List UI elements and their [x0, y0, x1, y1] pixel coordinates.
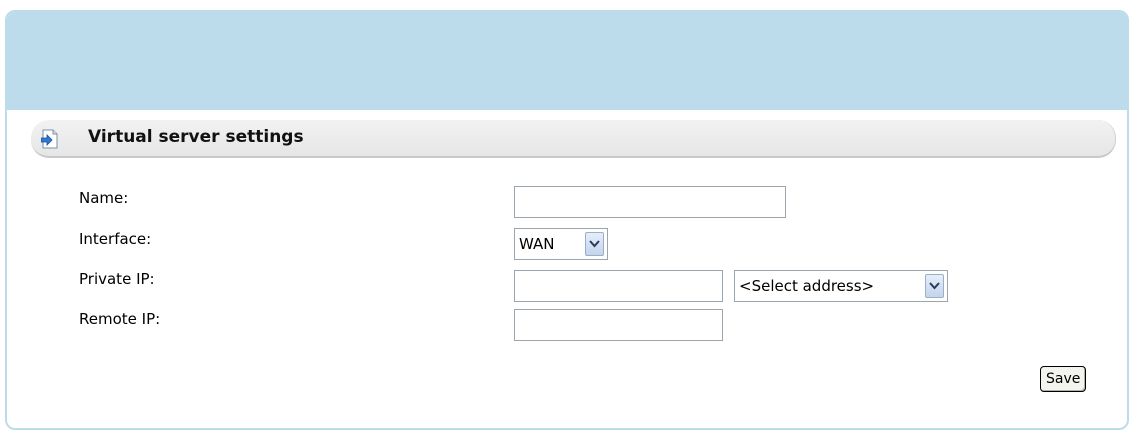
- chevron-down-icon[interactable]: [925, 274, 944, 298]
- section-title: Virtual server settings: [88, 127, 304, 147]
- name-label: Name:: [79, 189, 129, 207]
- chevron-down-icon[interactable]: [585, 232, 604, 256]
- name-field[interactable]: [514, 186, 786, 218]
- interface-label: Interface:: [79, 230, 152, 248]
- remote-ip-label: Remote IP:: [79, 310, 161, 328]
- remote-ip-field[interactable]: [514, 309, 723, 341]
- settings-panel: Virtual server settings: [5, 10, 1129, 430]
- private-ip-address-select-value: <Select address>: [739, 277, 875, 295]
- save-button[interactable]: Save: [1040, 366, 1087, 392]
- private-ip-field[interactable]: [514, 270, 723, 302]
- page-arrow-icon: [41, 129, 58, 149]
- private-ip-label: Private IP:: [79, 270, 155, 288]
- section-header: Virtual server settings: [31, 120, 1116, 158]
- interface-select-value: WAN: [519, 235, 555, 253]
- interface-select[interactable]: WAN: [514, 228, 608, 260]
- panel-header: [7, 12, 1127, 110]
- private-ip-address-select[interactable]: <Select address>: [734, 270, 948, 302]
